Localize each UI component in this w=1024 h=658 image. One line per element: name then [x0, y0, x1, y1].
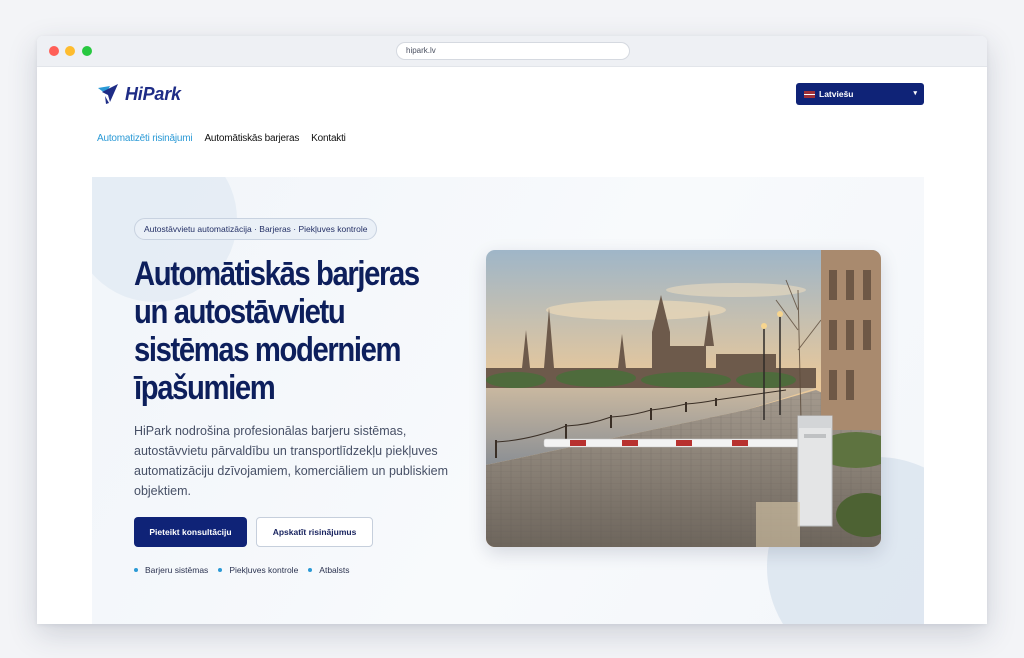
logo-text: HiPark [125, 83, 181, 104]
bullet-icon [134, 568, 138, 572]
hero-tag-pill: Autostāvvietu automatizācija · Barjeras … [134, 218, 378, 240]
feature-list: Barjeru sistēmas Piekļuves kontrole Atba… [134, 565, 350, 575]
latvia-flag-icon [804, 90, 815, 98]
nav-item-automated-solutions[interactable]: Automatizēti risinājumi [97, 133, 193, 144]
bullet-icon [218, 568, 223, 572]
feature-label: Piekļuves kontrole [229, 565, 299, 575]
nav-item-contacts[interactable]: Kontakti [311, 133, 346, 144]
hero-title-line: Automātiskās barjeras [134, 255, 420, 293]
language-selected: Latviešu [819, 89, 854, 99]
browser-toolbar: hipark.lv [37, 36, 987, 67]
address-bar[interactable]: hipark.lv [396, 42, 630, 60]
maximize-window-button[interactable] [82, 46, 92, 56]
bullet-icon [308, 568, 313, 572]
feature-item: Barjeru sistēmas [134, 565, 208, 575]
hero-title-line: īpašumiem [134, 369, 276, 407]
hero-title-line: un autostāvvietu [134, 293, 346, 331]
hero-title: Automātiskās barjeras un autostāvvietu s… [134, 255, 420, 407]
hipark-logo-icon [98, 84, 118, 104]
hero-description: HiPark nodrošina profesionālas barjeru s… [134, 424, 449, 498]
feature-label: Barjeru sistēmas [145, 565, 209, 575]
nav-item-automatic-barriers[interactable]: Automātiskās barjeras [204, 133, 299, 144]
minimize-window-button[interactable] [65, 46, 75, 56]
feature-item: Piekļuves kontrole [218, 565, 298, 575]
page-content: HiPark Latviešu ▾ Automatizēti risinājum… [37, 67, 987, 624]
feature-item: Atbalsts [308, 565, 350, 575]
main-nav: Automatizēti risinājumi Automātiskās bar… [97, 133, 346, 144]
barrier-riverside-photo [486, 250, 881, 547]
hero-title-line: sistēmas moderniem [134, 331, 402, 369]
feature-label: Atbalsts [319, 565, 350, 575]
hero-section: Autostāvvietu automatizācija · Barjeras … [92, 177, 924, 624]
hero-image [486, 250, 881, 547]
dropdown-caret-icon: ▾ [913, 90, 917, 97]
view-solutions-button[interactable]: Apskatīt risinājumus [256, 517, 373, 547]
language-selector[interactable]: Latviešu ▾ [796, 83, 924, 105]
close-window-button[interactable] [49, 46, 59, 56]
logo[interactable]: HiPark [96, 81, 181, 107]
browser-window: hipark.lv HiPark Latviešu ▾ Automatizēti… [37, 36, 987, 624]
request-consultation-button[interactable]: Pieteikt konsultāciju [134, 517, 247, 547]
